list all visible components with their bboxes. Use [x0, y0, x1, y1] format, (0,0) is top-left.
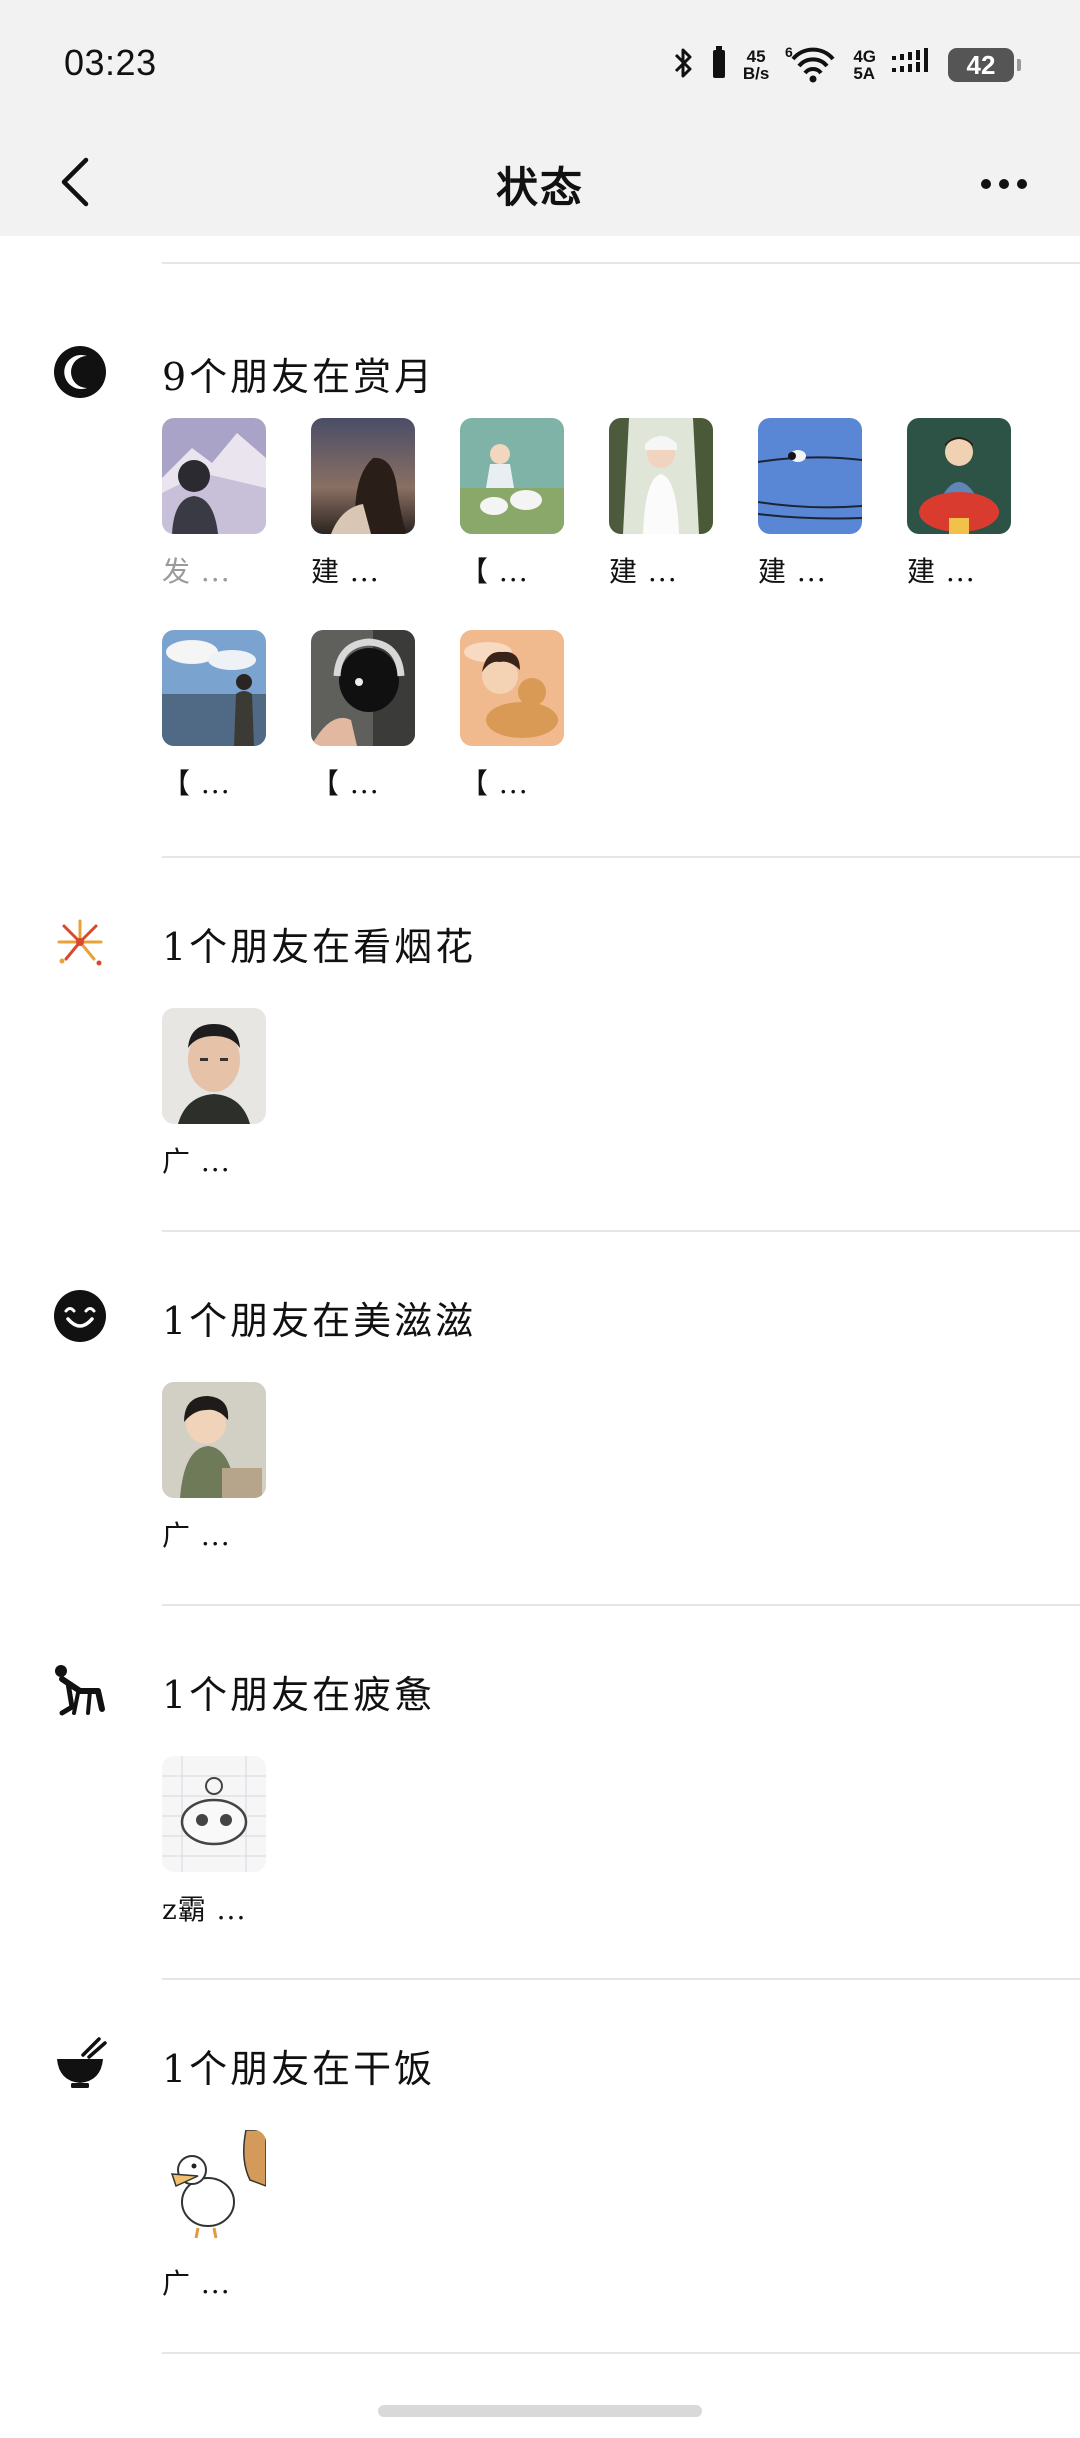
network-bottom: 5A — [853, 64, 876, 83]
status-section-fireworks: 1个朋友在看烟花 广 ... — [0, 858, 1080, 1230]
friend-item[interactable]: 建 ... — [609, 418, 713, 590]
friend-name: 【 ... — [162, 767, 231, 800]
avatar — [907, 418, 1011, 534]
avatar — [311, 418, 415, 534]
more-dot — [981, 179, 991, 189]
more-dot — [999, 179, 1009, 189]
friend-grid: 广 ... — [162, 1382, 1011, 1554]
friend-item[interactable]: 【 ... — [162, 630, 266, 802]
friend-grid: 广 ... — [162, 2130, 1011, 2302]
friend-name: 【 ... — [460, 767, 529, 800]
friend-item[interactable]: 广 ... — [162, 1008, 266, 1180]
friend-item[interactable]: 建 ... — [758, 418, 862, 590]
avatar — [758, 418, 862, 534]
friend-grid: z霸 ... — [162, 1756, 1011, 1928]
friend-grid: 广 ... — [162, 1008, 1011, 1180]
battery-level: 42 — [966, 49, 996, 80]
friend-name: z霸 ... — [162, 1893, 247, 1926]
friend-name: 广 ... — [162, 2267, 231, 2300]
friend-item[interactable]: 发 ... — [162, 418, 266, 590]
avatar — [460, 630, 564, 746]
friend-item[interactable]: 建 ... — [311, 418, 415, 590]
status-section-tired: 1个朋友在疲惫 z霸 ... — [0, 1606, 1080, 1978]
friend-item[interactable]: 【 ... — [460, 418, 564, 590]
friend-name: 广 ... — [162, 1519, 231, 1552]
avatar — [460, 418, 564, 534]
avatar — [162, 1008, 266, 1124]
friend-item[interactable]: 【 ... — [311, 630, 415, 802]
divider — [162, 2352, 1080, 2354]
bluetooth-icon — [673, 46, 695, 84]
avatar — [609, 418, 713, 534]
friend-name: 建 ... — [758, 555, 827, 588]
home-indicator[interactable] — [378, 2405, 702, 2417]
friend-name: 【 ... — [460, 555, 529, 588]
more-button[interactable] — [968, 156, 1040, 212]
friend-item[interactable]: 【 ... — [460, 630, 564, 802]
rice-bowl-icon — [52, 2036, 108, 2092]
wifi-icon: 6 — [785, 43, 837, 87]
status-section-eating: 1个朋友在干饭 广 ... — [0, 1980, 1080, 2352]
net-speed: 45 B/s — [743, 48, 769, 82]
status-icons: 45 B/s 6 4G 5A 42 — [673, 40, 1021, 90]
friend-name: 广 ... — [162, 1145, 231, 1178]
section-title: 1个朋友在干饭 — [162, 2047, 436, 2091]
status-section-moon: 9个朋友在赏月 发 ... 建 ... 【 ... 建 ... 建 ... 建 … — [0, 264, 1080, 856]
section-title: 9个朋友在赏月 — [162, 355, 436, 399]
friend-name: 建 ... — [907, 555, 976, 588]
net-speed-value: 45 — [746, 47, 766, 66]
avatar — [311, 630, 415, 746]
moon-face-icon — [52, 344, 108, 400]
avatar — [162, 418, 266, 534]
signal-icon — [892, 46, 932, 84]
network-type: 4G 5A — [853, 48, 876, 82]
section-title: 1个朋友在看烟花 — [162, 925, 477, 969]
smile-icon — [52, 1288, 108, 1344]
section-title: 1个朋友在美滋滋 — [162, 1299, 477, 1343]
friend-item[interactable]: z霸 ... — [162, 1756, 266, 1928]
fireworks-icon — [52, 914, 108, 970]
page-title: 状态 — [495, 163, 584, 212]
tired-person-icon — [52, 1662, 108, 1718]
friend-name: 建 ... — [311, 555, 380, 588]
friend-name: 建 ... — [609, 555, 678, 588]
friend-name: 【 ... — [311, 767, 380, 800]
more-dot — [1017, 179, 1027, 189]
network-top: 4G — [853, 47, 876, 66]
status-section-happy: 1个朋友在美滋滋 广 ... — [0, 1232, 1080, 1604]
status-bar: 03:23 45 B/s 6 4G 5A 42 — [0, 0, 1080, 130]
net-speed-unit: B/s — [742, 64, 770, 83]
avatar — [162, 1756, 266, 1872]
battery-icon: 42 — [948, 48, 1021, 82]
status-time: 03:23 — [64, 42, 157, 83]
section-title: 1个朋友在疲惫 — [162, 1673, 436, 1717]
status-list: 9个朋友在赏月 发 ... 建 ... 【 ... 建 ... 建 ... 建 … — [0, 236, 1080, 2354]
avatar — [162, 1382, 266, 1498]
friend-item[interactable]: 建 ... — [907, 418, 1011, 590]
avatar — [162, 2130, 266, 2246]
nav-bar: 状态 — [0, 130, 1080, 236]
vibrate-icon — [711, 46, 727, 84]
friend-grid: 发 ... 建 ... 【 ... 建 ... 建 ... 建 ... 【 ..… — [162, 418, 1011, 802]
friend-item[interactable]: 广 ... — [162, 1382, 266, 1554]
avatar — [162, 630, 266, 746]
friend-name: 发 ... — [162, 555, 231, 588]
friend-item[interactable]: 广 ... — [162, 2130, 266, 2302]
